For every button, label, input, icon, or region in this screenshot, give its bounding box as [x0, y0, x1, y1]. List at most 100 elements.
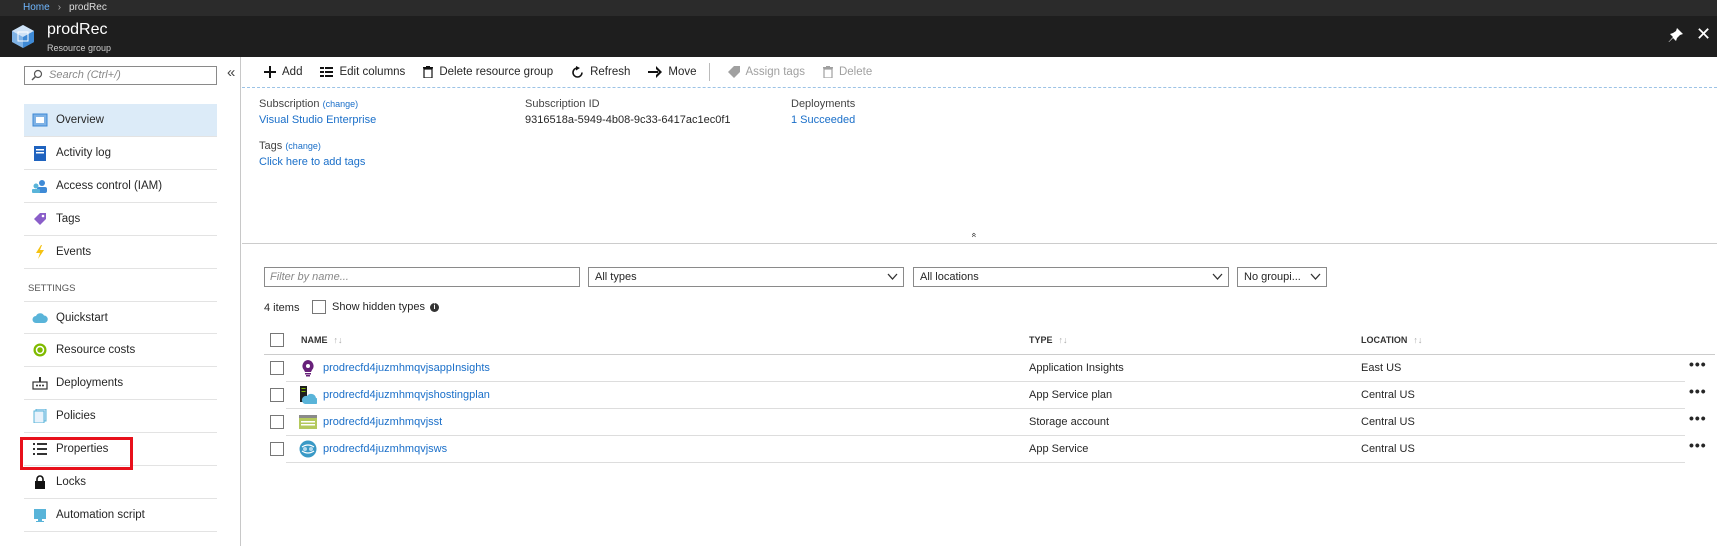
trash-icon [822, 66, 833, 78]
search-input[interactable]: Search (Ctrl+/) [24, 66, 217, 85]
show-hidden-label: Show hidden types [332, 301, 425, 313]
cost-icon [31, 341, 49, 359]
deployments-label: Deployments [791, 98, 856, 110]
table-row[interactable]: prodrecfd4juzmhmqvjsst Storage account C… [264, 409, 1715, 436]
app-service-plan-icon [300, 386, 317, 404]
resource-name-link[interactable]: prodrecfd4juzmhmqvjsappInsights [323, 362, 490, 374]
location-filter-dropdown[interactable]: All locations [913, 267, 1229, 287]
sort-icon: ↑↓ [333, 335, 343, 345]
collapse-sidebar-button[interactable]: « [227, 64, 235, 81]
grouping-dropdown[interactable]: No groupi... [1237, 267, 1327, 287]
column-header-location[interactable]: LOCATION ↑↓ [1361, 325, 1422, 355]
sidebar-item-label: Overview [56, 114, 104, 126]
close-icon[interactable]: ✕ [1696, 25, 1711, 43]
table-row[interactable]: prodrecfd4juzmhmqvjsappInsights Applicat… [264, 355, 1715, 382]
row-checkbox[interactable] [270, 442, 284, 456]
automation-icon [31, 506, 49, 524]
essentials-panel: Subscription (change) Visual Studio Ente… [242, 89, 1717, 244]
sidebar-item-label: Quickstart [56, 311, 108, 324]
sidebar-item-activity-log[interactable]: Activity log [24, 137, 217, 170]
storage-account-icon [299, 415, 317, 429]
resource-group-icon [12, 25, 34, 48]
deployments-field: Deployments 1 Succeeded [791, 98, 855, 126]
more-options-icon[interactable]: ••• [1689, 437, 1707, 453]
subscription-value-link[interactable]: Visual Studio Enterprise [259, 114, 376, 126]
select-all-checkbox[interactable] [270, 333, 284, 347]
tags-change-link[interactable]: (change) [285, 141, 321, 151]
resource-location: East US [1361, 362, 1402, 374]
deployments-value-link[interactable]: 1 Succeeded [791, 114, 855, 126]
sidebar-item-label: Events [56, 246, 92, 258]
resource-name-link[interactable]: prodrecfd4juzmhmqvjsst [323, 416, 442, 428]
row-checkbox[interactable] [270, 388, 284, 402]
delete-resource-group-label: Delete resource group [439, 66, 554, 78]
breadcrumb-home-link[interactable]: Home [23, 2, 50, 13]
search-icon [31, 69, 43, 81]
main-content: Add Edit columns Delete resource group R… [242, 57, 1717, 546]
add-button[interactable]: Add [264, 66, 302, 78]
resource-location: Central US [1361, 389, 1415, 401]
table-row[interactable]: prodrecfd4juzmhmqvjshostingplan App Serv… [264, 382, 1715, 409]
sidebar-item-label: Access control (IAM) [56, 180, 163, 192]
add-tags-link[interactable]: Click here to add tags [259, 156, 365, 168]
column-header-type[interactable]: TYPE ↑↓ [1029, 325, 1068, 355]
sidebar-item-events[interactable]: Events [24, 236, 217, 269]
column-label: NAME [301, 335, 328, 345]
collapse-essentials-button[interactable]: « [970, 232, 980, 237]
tag-icon [727, 66, 740, 78]
type-filter-dropdown[interactable]: All types [588, 267, 904, 287]
resource-type: App Service [1029, 443, 1089, 455]
pin-icon[interactable] [1668, 27, 1684, 43]
more-options-icon[interactable]: ••• [1689, 356, 1707, 372]
sidebar-item-tags[interactable]: Tags [24, 203, 217, 236]
assign-tags-button[interactable]: Assign tags [727, 66, 805, 78]
filter-by-name-input[interactable]: Filter by name... [264, 267, 580, 287]
delete-resource-group-button[interactable]: Delete resource group [423, 66, 553, 78]
edit-columns-button[interactable]: Edit columns [320, 66, 405, 78]
show-hidden-checkbox[interactable] [312, 300, 326, 314]
table-row[interactable]: prodrecfd4juzmhmqvjsws App Service Centr… [264, 436, 1715, 463]
resource-location: Central US [1361, 416, 1415, 428]
more-options-icon[interactable]: ••• [1689, 410, 1707, 426]
app-insights-icon [302, 360, 314, 377]
chevron-down-icon [1212, 268, 1223, 292]
row-checkbox[interactable] [270, 361, 284, 375]
lightning-icon [31, 243, 49, 261]
subscription-label: Subscription [259, 98, 320, 110]
deployments-highlight-box [20, 437, 133, 470]
row-checkbox[interactable] [270, 415, 284, 429]
sidebar-item-label: Activity log [56, 147, 111, 159]
resource-type: Storage account [1029, 416, 1110, 428]
delete-button[interactable]: Delete [822, 66, 872, 78]
sidebar-item-policies[interactable]: Policies [24, 400, 217, 433]
sidebar-item-label: Resource costs [56, 344, 136, 356]
sidebar-item-deployments[interactable]: Deployments [24, 367, 217, 400]
sidebar-item-overview[interactable]: Overview [24, 104, 217, 137]
sidebar-item-label: Policies [56, 410, 96, 422]
subscription-change-link[interactable]: (change) [323, 99, 359, 109]
resource-name-link[interactable]: prodrecfd4juzmhmqvjshostingplan [323, 389, 490, 401]
sidebar-item-quickstart[interactable]: Quickstart [24, 301, 217, 334]
subscription-id-label: Subscription ID [525, 98, 600, 110]
move-button[interactable]: Move [648, 66, 697, 78]
page-subtitle: Resource group [47, 43, 112, 53]
info-icon[interactable]: i [429, 302, 439, 312]
column-header-name[interactable]: NAME ↑↓ [301, 325, 343, 355]
refresh-button[interactable]: Refresh [571, 65, 630, 79]
sidebar-item-automation-script[interactable]: Automation script [24, 499, 217, 532]
tags-label: Tags [259, 140, 283, 152]
toolbar-divider [708, 63, 710, 81]
deployments-icon [31, 374, 49, 392]
grouping-value: No groupi... [1244, 271, 1301, 283]
sidebar-item-resource-costs[interactable]: Resource costs [24, 334, 217, 367]
columns-icon [320, 67, 334, 77]
refresh-icon [571, 65, 584, 79]
arrow-right-icon [648, 66, 663, 78]
resource-name-link[interactable]: prodrecfd4juzmhmqvjsws [323, 443, 447, 455]
column-label: LOCATION [1361, 335, 1408, 345]
sidebar-item-locks[interactable]: Locks [24, 466, 217, 499]
location-filter-value: All locations [920, 271, 979, 283]
show-hidden-types-toggle[interactable]: Show hidden types i [312, 300, 439, 314]
more-options-icon[interactable]: ••• [1689, 383, 1707, 399]
sidebar-item-iam[interactable]: Access control (IAM) [24, 170, 217, 203]
